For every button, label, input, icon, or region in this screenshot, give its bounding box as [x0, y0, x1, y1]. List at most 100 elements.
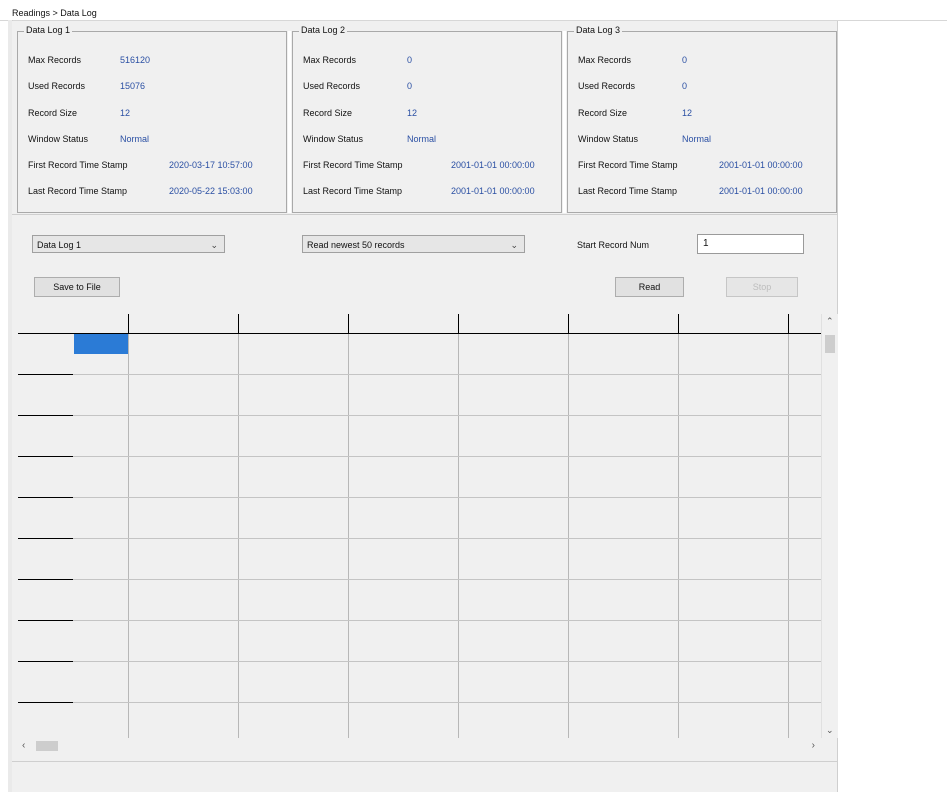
column-header-divider[interactable] — [568, 314, 569, 334]
window-status-label: Window Status — [578, 134, 639, 144]
max-records-value: 0 — [682, 55, 688, 65]
last-record-time-value: 2001-01-01 00:00:00 — [719, 186, 803, 196]
read-button[interactable]: Read — [615, 277, 684, 297]
scroll-thumb[interactable] — [825, 335, 835, 353]
record-size-value: 12 — [682, 108, 693, 118]
window-status-value: Normal — [682, 134, 712, 144]
column-header-divider[interactable] — [128, 314, 129, 334]
chevron-down-icon: ⌄ — [210, 240, 218, 250]
start-record-input[interactable]: 1 — [697, 234, 804, 254]
row-header[interactable] — [18, 538, 73, 539]
window-status-value: Normal — [407, 134, 437, 144]
vertical-scrollbar[interactable]: ⌃ ⌄ — [821, 314, 838, 738]
row-header[interactable] — [18, 620, 73, 621]
record-size-label: Record Size — [28, 108, 78, 118]
last-record-time-label: Last Record Time Stamp — [303, 186, 403, 196]
table-row[interactable] — [73, 538, 821, 539]
group-divider — [288, 31, 291, 213]
group-title: Data Log 3 — [574, 25, 623, 35]
record-size-label: Record Size — [303, 108, 353, 118]
breadcrumb: Readings > Data Log — [12, 8, 97, 18]
used-records-label: Used Records — [28, 81, 86, 91]
table-row[interactable] — [73, 661, 821, 662]
arrow-left-icon[interactable]: ‹ — [22, 740, 25, 751]
data-log-panel: Data Log 1 Max Records 516120 Used Record… — [12, 21, 838, 792]
data-log-1-group: Data Log 1 Max Records 516120 Used Record… — [17, 25, 287, 213]
row-header[interactable] — [18, 497, 73, 498]
column-header-divider[interactable] — [238, 314, 239, 334]
arrow-down-icon[interactable]: ⌄ — [826, 725, 834, 736]
read-mode-select[interactable]: Read newest 50 records ⌄ — [302, 235, 525, 253]
last-record-time-value: 2001-01-01 00:00:00 — [451, 186, 535, 196]
table-row[interactable] — [73, 579, 821, 580]
stop-button[interactable]: Stop — [726, 277, 798, 297]
window-status-label: Window Status — [303, 134, 364, 144]
column-line — [458, 334, 459, 738]
row-header[interactable] — [18, 579, 73, 580]
section-divider — [12, 214, 837, 215]
group-divider — [563, 31, 566, 213]
first-record-time-label: First Record Time Stamp — [28, 160, 128, 170]
column-header-divider[interactable] — [788, 314, 789, 334]
row-header[interactable] — [18, 456, 73, 457]
table-row[interactable] — [73, 497, 821, 498]
table-row[interactable] — [73, 456, 821, 457]
table-row[interactable] — [73, 620, 821, 621]
column-line — [348, 334, 349, 738]
bottom-divider — [12, 761, 837, 762]
row-header[interactable] — [18, 415, 73, 416]
group-title: Data Log 2 — [299, 25, 348, 35]
last-record-time-value: 2020-05-22 15:03:00 — [169, 186, 253, 196]
read-mode-value: Read newest 50 records — [307, 240, 405, 250]
chevron-down-icon: ⌄ — [510, 240, 518, 250]
used-records-value: 15076 — [120, 81, 146, 91]
first-record-time-value: 2020-03-17 10:57:00 — [169, 160, 253, 170]
row-header[interactable] — [18, 374, 73, 375]
save-to-file-button[interactable]: Save to File — [34, 277, 120, 297]
column-line — [788, 334, 789, 738]
max-records-value: 516120 — [120, 55, 151, 65]
table-row[interactable] — [73, 415, 821, 416]
column-line — [568, 334, 569, 738]
record-size-value: 12 — [407, 108, 418, 118]
used-records-label: Used Records — [578, 81, 636, 91]
selected-cell[interactable] — [74, 334, 128, 354]
used-records-value: 0 — [682, 81, 688, 91]
last-record-time-label: Last Record Time Stamp — [578, 186, 678, 196]
first-record-time-label: First Record Time Stamp — [303, 160, 403, 170]
column-line — [128, 334, 129, 738]
first-record-time-value: 2001-01-01 00:00:00 — [719, 160, 803, 170]
record-size-label: Record Size — [578, 108, 628, 118]
grid-header-line — [18, 333, 821, 334]
start-record-label: Start Record Num — [577, 240, 650, 250]
max-records-label: Max Records — [303, 55, 357, 65]
used-records-value: 0 — [407, 81, 413, 91]
table-row[interactable] — [73, 374, 821, 375]
row-header[interactable] — [18, 661, 73, 662]
records-grid[interactable] — [18, 314, 821, 738]
last-record-time-label: Last Record Time Stamp — [28, 186, 128, 196]
first-record-time-label: First Record Time Stamp — [578, 160, 678, 170]
first-record-time-value: 2001-01-01 00:00:00 — [451, 160, 535, 170]
column-header-divider[interactable] — [678, 314, 679, 334]
data-log-3-group: Data Log 3 Max Records 0 Used Records 0 Re… — [567, 25, 837, 213]
column-header-divider[interactable] — [458, 314, 459, 334]
max-records-label: Max Records — [28, 55, 82, 65]
column-line — [678, 334, 679, 738]
log-select[interactable]: Data Log 1 ⌄ — [32, 235, 225, 253]
window-status-label: Window Status — [28, 134, 89, 144]
scroll-thumb[interactable] — [36, 741, 58, 751]
arrow-up-icon[interactable]: ⌃ — [826, 316, 834, 327]
log-select-value: Data Log 1 — [37, 240, 82, 250]
record-size-value: 12 — [120, 108, 131, 118]
table-row[interactable] — [73, 702, 821, 703]
row-header[interactable] — [18, 702, 73, 703]
max-records-value: 0 — [407, 55, 413, 65]
group-title: Data Log 1 — [24, 25, 73, 35]
horizontal-scrollbar[interactable]: ‹ › — [18, 738, 821, 754]
arrow-right-icon[interactable]: › — [812, 740, 815, 751]
window-status-value: Normal — [120, 134, 150, 144]
used-records-label: Used Records — [303, 81, 361, 91]
column-header-divider[interactable] — [348, 314, 349, 334]
max-records-label: Max Records — [578, 55, 632, 65]
